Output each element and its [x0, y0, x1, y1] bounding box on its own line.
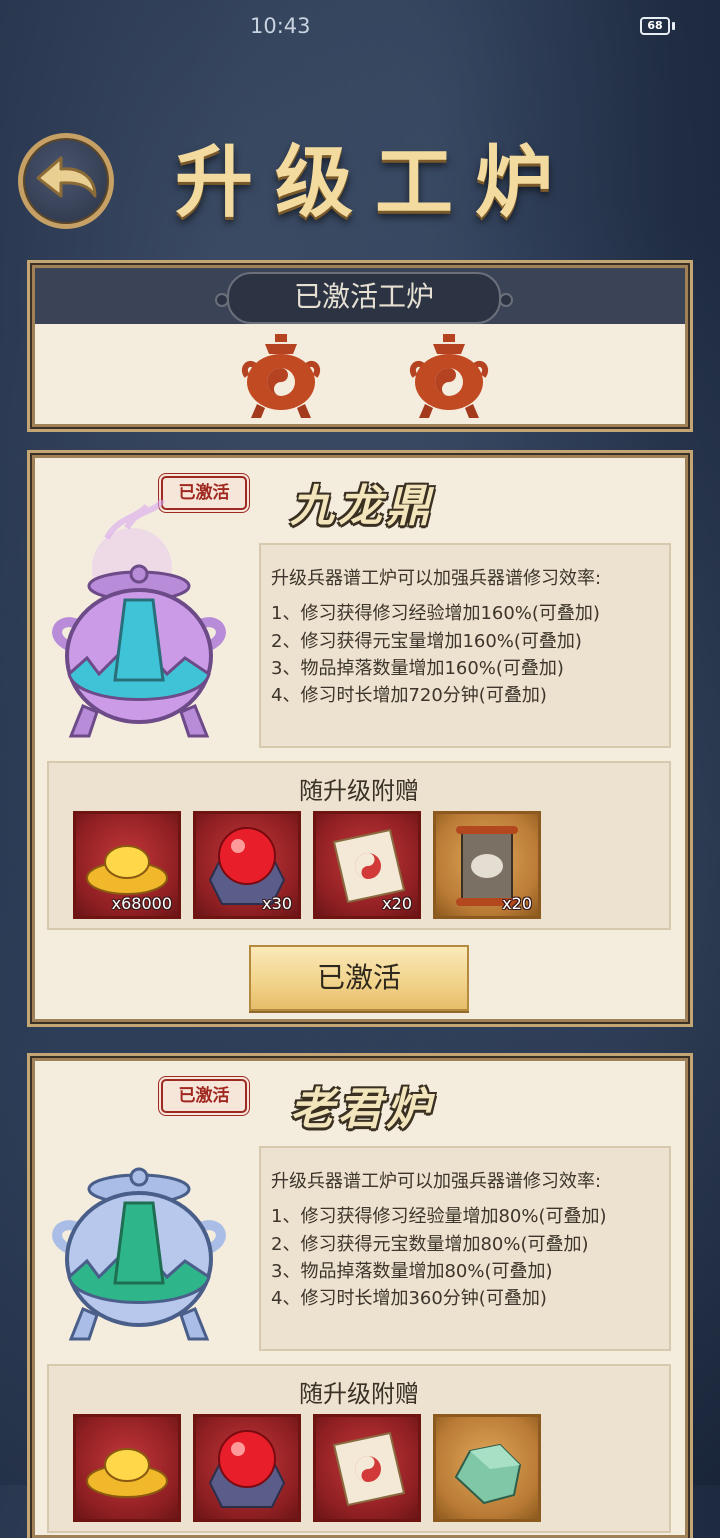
- nine-dragon-pot-icon: [52, 498, 226, 738]
- jade-stone-icon: [454, 1443, 522, 1505]
- effect-line: 4、修习时长增加720分钟(可叠加): [271, 685, 547, 707]
- effect-description-title: 升级兵器谱工炉可以加强兵器谱修习效率:: [271, 568, 602, 589]
- effect-line: 2、修习获得元宝数量增加80%(可叠加): [271, 1233, 589, 1255]
- page-title: 升级工炉: [174, 137, 575, 228]
- effect-line: 3、物品掉落数量增加160%(可叠加): [271, 657, 564, 679]
- effect-description: 升级兵器谱工炉可以加强兵器谱修习效率: 1、修习获得修习经验增加160%(可叠加…: [259, 543, 671, 748]
- furnace-icon[interactable]: [403, 326, 495, 422]
- reward-item-taiji-scroll[interactable]: [313, 1414, 421, 1522]
- reward-item-jade-stone[interactable]: [433, 1414, 541, 1522]
- reward-qty: x68000: [111, 894, 172, 913]
- furnace-card: 已激活 老君炉 升级兵器谱工炉可以加强兵器谱修习效率: 1、修习获得修习经验量增…: [32, 1058, 688, 1538]
- fire-orb-icon: [208, 1430, 286, 1508]
- laojun-furnace-icon: [52, 1167, 226, 1341]
- status-bar: 10:43 68: [0, 0, 720, 54]
- reward-item-fire-orb[interactable]: x30: [193, 811, 301, 919]
- rewards-title: 随升级附赠: [299, 777, 419, 805]
- taiji-scroll-icon: [332, 1431, 406, 1507]
- back-button[interactable]: [18, 133, 114, 229]
- furnace-name: 九龙鼎: [290, 481, 434, 532]
- upgrade-rewards: 随升级附赠: [47, 1364, 671, 1533]
- clock: 10:43: [250, 14, 311, 38]
- reward-item-beast-scroll[interactable]: x20: [433, 811, 541, 919]
- furnace-name: 老君炉: [290, 1084, 434, 1135]
- battery-icon: 68: [640, 17, 670, 35]
- effect-line: 1、修习获得修习经验增加160%(可叠加): [271, 603, 600, 625]
- battery-tip: [672, 22, 675, 30]
- activated-furnaces-header: 已激活工炉: [35, 268, 685, 324]
- reward-item-gold-ingot[interactable]: x68000: [73, 811, 181, 919]
- effect-description: 升级兵器谱工炉可以加强兵器谱修习效率: 1、修习获得修习经验量增加80%(可叠加…: [259, 1146, 671, 1351]
- upgrade-rewards: 随升级附赠 x68000 x30 x20 x20: [47, 761, 671, 930]
- furnace-card: 已激活 九龙鼎 升级兵器谱工炉可以加强兵器谱修习效率: 1、修习获得修习经验增加…: [32, 455, 688, 1022]
- effect-line: 2、修习获得元宝量增加160%(可叠加): [271, 630, 582, 652]
- effect-line: 3、物品掉落数量增加80%(可叠加): [271, 1260, 553, 1282]
- back-arrow-icon: [36, 156, 97, 198]
- rewards-title: 随升级附赠: [299, 1380, 419, 1408]
- effect-line: 4、修习时长增加360分钟(可叠加): [271, 1288, 547, 1310]
- furnace-icon[interactable]: [235, 326, 327, 422]
- reward-qty: x20: [502, 894, 532, 913]
- activated-button[interactable]: 已激活: [249, 945, 469, 1011]
- effect-line: 1、修习获得修习经验量增加80%(可叠加): [271, 1206, 607, 1228]
- reward-qty: x20: [382, 894, 412, 913]
- activated-furnaces-title: 已激活工炉: [215, 272, 513, 324]
- gold-ingot-icon: [86, 1448, 168, 1498]
- reward-qty: x30: [262, 894, 292, 913]
- activated-furnaces-panel: 已激活工炉: [32, 265, 688, 427]
- reward-item-gold-ingot[interactable]: [73, 1414, 181, 1522]
- reward-item-taiji-scroll[interactable]: x20: [313, 811, 421, 919]
- effect-description-title: 升级兵器谱工炉可以加强兵器谱修习效率:: [271, 1171, 602, 1192]
- reward-item-fire-orb[interactable]: [193, 1414, 301, 1522]
